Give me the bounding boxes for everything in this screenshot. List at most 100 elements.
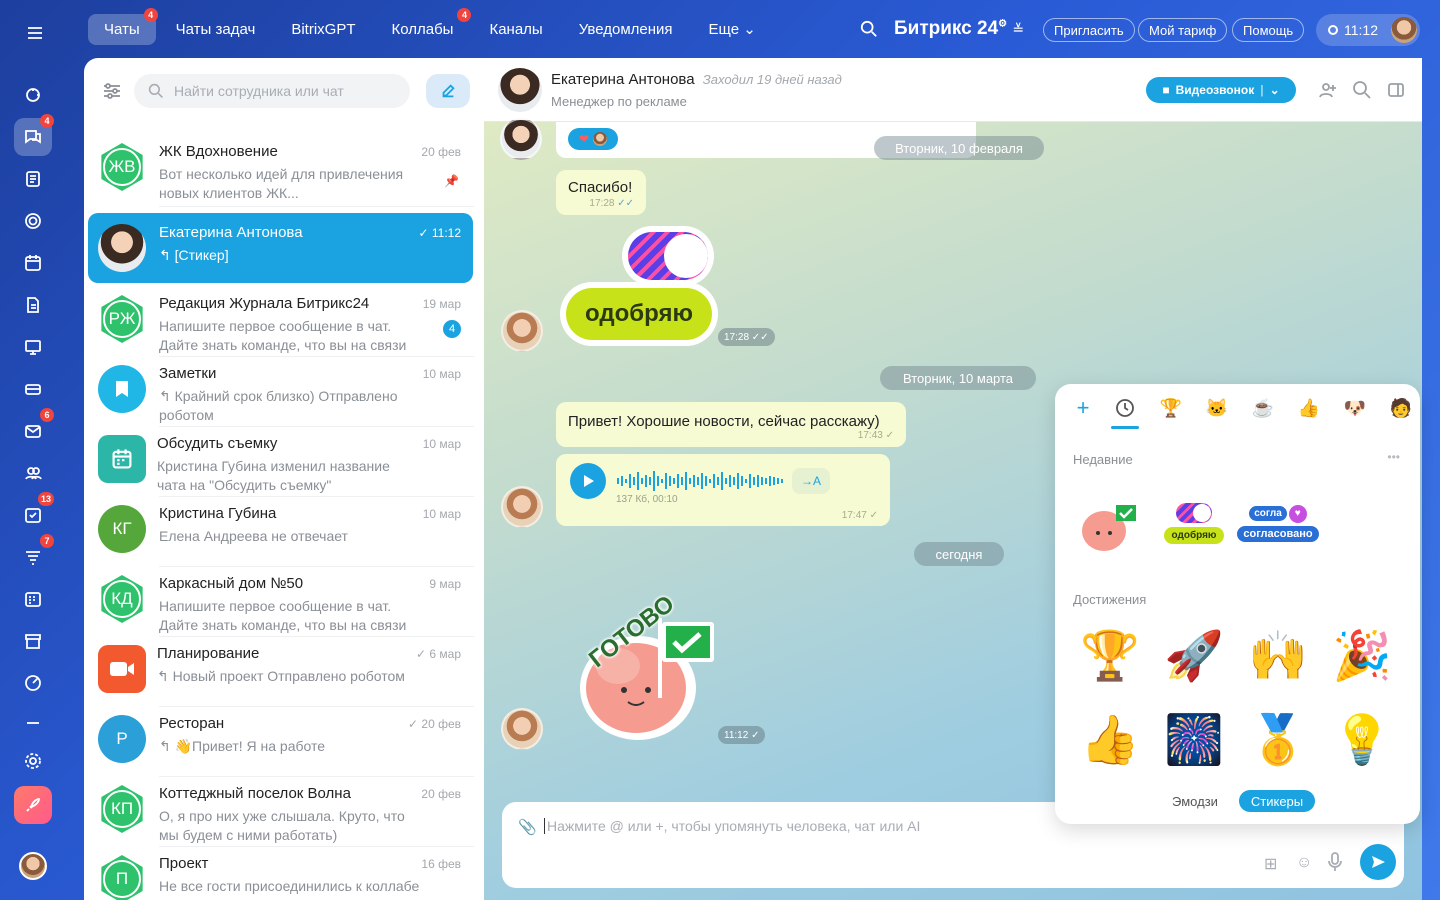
thumbs-pack-icon[interactable]: 👍 [1297, 396, 1321, 420]
contact-name[interactable]: Екатерина Антонова Заходил 19 дней назад [551, 71, 842, 88]
sticker-toggle[interactable] [622, 226, 714, 286]
sidebar-toggle-icon[interactable] [1386, 80, 1406, 100]
new-chat-button[interactable] [426, 74, 470, 108]
cat-pack-icon[interactable]: 🐱 [1205, 396, 1229, 420]
chat-date: 16 фев [421, 857, 461, 871]
tab-channels[interactable]: Каналы [473, 14, 558, 45]
sticker-done[interactable]: ГОТОВО [558, 578, 728, 748]
tab-chats[interactable]: Чаты 4 [88, 7, 158, 45]
help-button[interactable]: Помощь [1232, 18, 1305, 42]
contact-avatar[interactable] [498, 68, 542, 112]
search-icon[interactable] [860, 20, 878, 43]
time-widget[interactable]: 11:12 [1316, 14, 1420, 46]
sticker-lightbulb[interactable]: 💡 [1327, 704, 1397, 774]
reaction-heart[interactable]: ❤ [568, 128, 618, 150]
more-icon[interactable]: ••• [1387, 450, 1400, 464]
emoji-tab[interactable]: Эмодзи [1159, 790, 1231, 812]
minus-icon[interactable] [14, 704, 52, 742]
send-button[interactable] [1360, 844, 1396, 880]
sticker-rocket[interactable]: 🚀 [1159, 620, 1229, 690]
add-user-icon[interactable] [1318, 80, 1338, 100]
message-thanks[interactable]: Спасибо! 17:28 ✓✓ [556, 170, 646, 215]
voice-message[interactable]: →A 137 Кб, 00:10 17:47 ✓ [556, 454, 890, 526]
chat-date: 19 мар [422, 297, 461, 311]
chat-item-ekaterina[interactable]: Екатерина Антонова ✓ 11:12 ↰ [Стикер] [88, 213, 473, 283]
smile-icon[interactable]: ☺ [1296, 854, 1312, 872]
logo-settings-icon[interactable]: ≚ [1012, 21, 1024, 37]
user-avatar[interactable] [19, 852, 47, 880]
paperclip-icon[interactable]: 📎 [518, 818, 537, 836]
mail-icon[interactable]: 6 [14, 408, 54, 450]
tab-more[interactable]: Еще ⌄ [693, 13, 772, 45]
recent-sticker-approve[interactable]: одобряю [1159, 488, 1229, 558]
search-icon[interactable] [1352, 80, 1372, 100]
video-call-button[interactable]: ■ Видеозвонок | ⌄ [1146, 77, 1296, 103]
message-hello[interactable]: Привет! Хорошие новости, сейчас расскажу… [556, 402, 906, 447]
recent-sticker-agreed[interactable]: согла ♥ согласовано [1237, 488, 1319, 558]
header-avatar[interactable] [1391, 17, 1417, 43]
trophy-pack-icon[interactable]: 🏆 [1159, 396, 1183, 420]
chat-item-volna[interactable]: КП Коттеджный поселок Волна 20 фев О, я … [88, 774, 473, 844]
sticker-trophy[interactable]: 🏆 [1075, 620, 1145, 690]
chat-item-restaurant[interactable]: Р Ресторан ✓ 20 фев ↰ 👋Привет! Я на рабо… [88, 704, 473, 774]
rocket-icon[interactable] [14, 786, 52, 824]
recent-sticker-done[interactable] [1071, 488, 1141, 558]
shop-icon[interactable] [14, 622, 52, 660]
sticker-thumbs-up[interactable]: 👍 [1075, 704, 1145, 774]
crm-icon[interactable] [14, 202, 52, 240]
tab-bitrixgpt[interactable]: BitrixGPT [275, 14, 371, 45]
chat-preview: Елена Андреева не отвечает [159, 528, 348, 544]
tab-collabs[interactable]: Коллабы 4 [375, 7, 472, 45]
sticker-time: 11:12 ✓ [718, 726, 766, 744]
tab-task-chats[interactable]: Чаты задач [160, 14, 272, 45]
activity-icon[interactable] [14, 76, 52, 114]
sticker-party[interactable]: 🎉 [1327, 620, 1397, 690]
person-pack-icon[interactable]: 🧑 [1389, 396, 1413, 420]
cup-pack-icon[interactable]: ☕ [1251, 396, 1275, 420]
microphone-icon[interactable] [1328, 852, 1342, 877]
sticker-approve[interactable]: одобряю [560, 282, 718, 346]
funnel-icon[interactable]: 7 [14, 534, 54, 576]
invite-button[interactable]: Пригласить [1043, 18, 1135, 42]
tasks-icon[interactable]: 13 [14, 492, 54, 534]
storage-icon[interactable] [14, 370, 52, 408]
menu-icon[interactable] [16, 14, 54, 52]
tasks-badge: 13 [37, 492, 54, 506]
chat-item-planning[interactable]: Планирование ✓ 6 мар ↰ Новый проект Отпр… [88, 634, 473, 704]
chat-item-notes[interactable]: Заметки 10 мар ↰ Крайний срок близко) От… [88, 354, 473, 424]
team-icon[interactable] [14, 454, 52, 492]
apps-icon[interactable]: ⊞ [1264, 854, 1277, 874]
active-tab-indicator [1111, 426, 1139, 429]
add-sticker-icon[interactable]: + [1071, 395, 1095, 420]
chat-item-karkas[interactable]: КД Каркасный дом №50 9 мар Напишите перв… [88, 564, 473, 634]
chat-preview: Вот несколько идей для привлечения новых… [159, 166, 404, 201]
target-icon[interactable] [14, 664, 52, 702]
message-input[interactable]: Нажмите @ или +, чтобы упомянуть человек… [544, 818, 920, 834]
chat-item-redakciya[interactable]: РЖ Редакция Журнала Битрикс24 19 мар Нап… [88, 284, 473, 354]
chat-item-shooting[interactable]: Обсудить съемку 10 мар Кристина Губина и… [88, 424, 473, 494]
settings-icon[interactable] [14, 742, 52, 780]
play-button[interactable] [570, 463, 606, 499]
feed-icon[interactable] [14, 160, 52, 198]
tab-notifications[interactable]: Уведомления [563, 14, 689, 45]
chat-search-input[interactable]: Найти сотрудника или чат [134, 74, 410, 108]
calendar-icon[interactable] [14, 244, 52, 282]
chat-title: Заметки [159, 365, 217, 382]
recent-tab-icon[interactable] [1113, 396, 1137, 420]
sticker-celebrate[interactable]: 🙌 [1243, 620, 1313, 690]
sticker-fireworks[interactable]: 🎆 [1159, 704, 1229, 774]
filter-icon[interactable] [102, 82, 122, 105]
board-icon[interactable] [14, 328, 52, 366]
chat-item-kristina[interactable]: КГ Кристина Губина 10 мар Елена Андреева… [88, 494, 473, 564]
stickers-tab[interactable]: Стикеры [1239, 790, 1315, 812]
sticker-medal[interactable]: 🥇 [1243, 704, 1313, 774]
dog-pack-icon[interactable]: 🐶 [1343, 396, 1367, 420]
chats-rail-icon[interactable]: 4 [14, 114, 54, 156]
planner-icon[interactable] [14, 580, 52, 618]
chat-item-project[interactable]: П Проект 16 фев Не все гости присоединил… [88, 844, 473, 900]
chat-item-zhk[interactable]: ЖВ ЖК Вдохновение 20 фев Вот несколько и… [88, 132, 473, 202]
docs-icon[interactable] [14, 286, 52, 324]
chat-date: 20 фев [421, 145, 461, 159]
plan-button[interactable]: Мой тариф [1138, 18, 1228, 42]
transcribe-button[interactable]: →A [792, 468, 830, 494]
